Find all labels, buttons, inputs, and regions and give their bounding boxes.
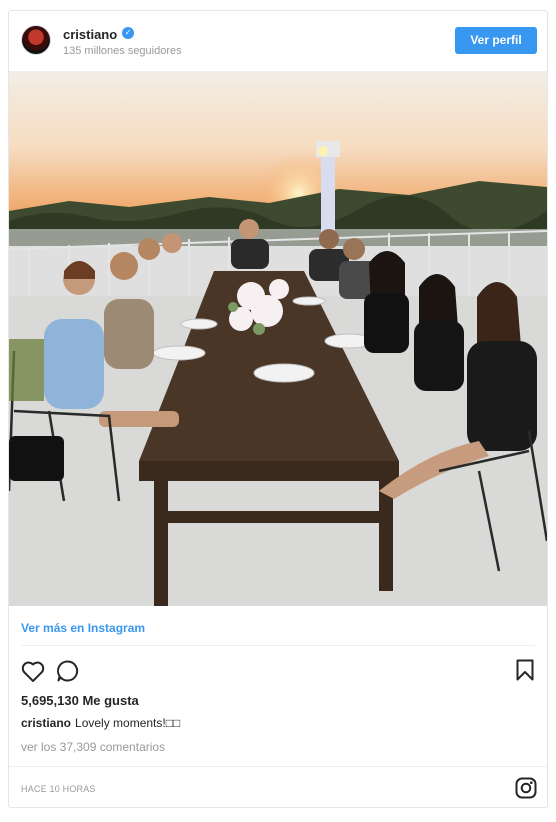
like-count: 5,695,130 Me gusta	[21, 693, 139, 708]
caption-username[interactable]: cristiano	[21, 716, 71, 730]
post-timestamp: HACE 10 HORAS	[21, 784, 96, 794]
post-header: cristiano ✓ 135 millones seguidores Ver …	[9, 11, 547, 71]
view-profile-button[interactable]: Ver perfil	[455, 27, 537, 54]
dinner-scene-image	[9, 71, 547, 606]
divider	[21, 645, 535, 646]
comment-bubble-icon[interactable]	[56, 659, 80, 683]
username[interactable]: cristiano	[63, 27, 117, 42]
heart-icon[interactable]	[21, 660, 45, 682]
bookmark-icon[interactable]	[516, 659, 534, 681]
verified-badge-icon: ✓	[122, 27, 134, 39]
view-comments-link[interactable]: ver los 37,309 comentarios	[21, 740, 165, 754]
avatar[interactable]	[21, 25, 51, 55]
instagram-embed-card: cristiano ✓ 135 millones seguidores Ver …	[8, 10, 548, 808]
divider	[9, 766, 547, 767]
instagram-logo-icon[interactable]	[515, 777, 537, 799]
caption-text: Lovely moments!□□	[75, 716, 181, 730]
follower-count: 135 millones seguidores	[63, 45, 182, 57]
post-photo[interactable]	[9, 71, 547, 606]
caption: cristiano Lovely moments!□□	[21, 716, 180, 730]
view-on-instagram-link[interactable]: Ver más en Instagram	[21, 621, 145, 635]
